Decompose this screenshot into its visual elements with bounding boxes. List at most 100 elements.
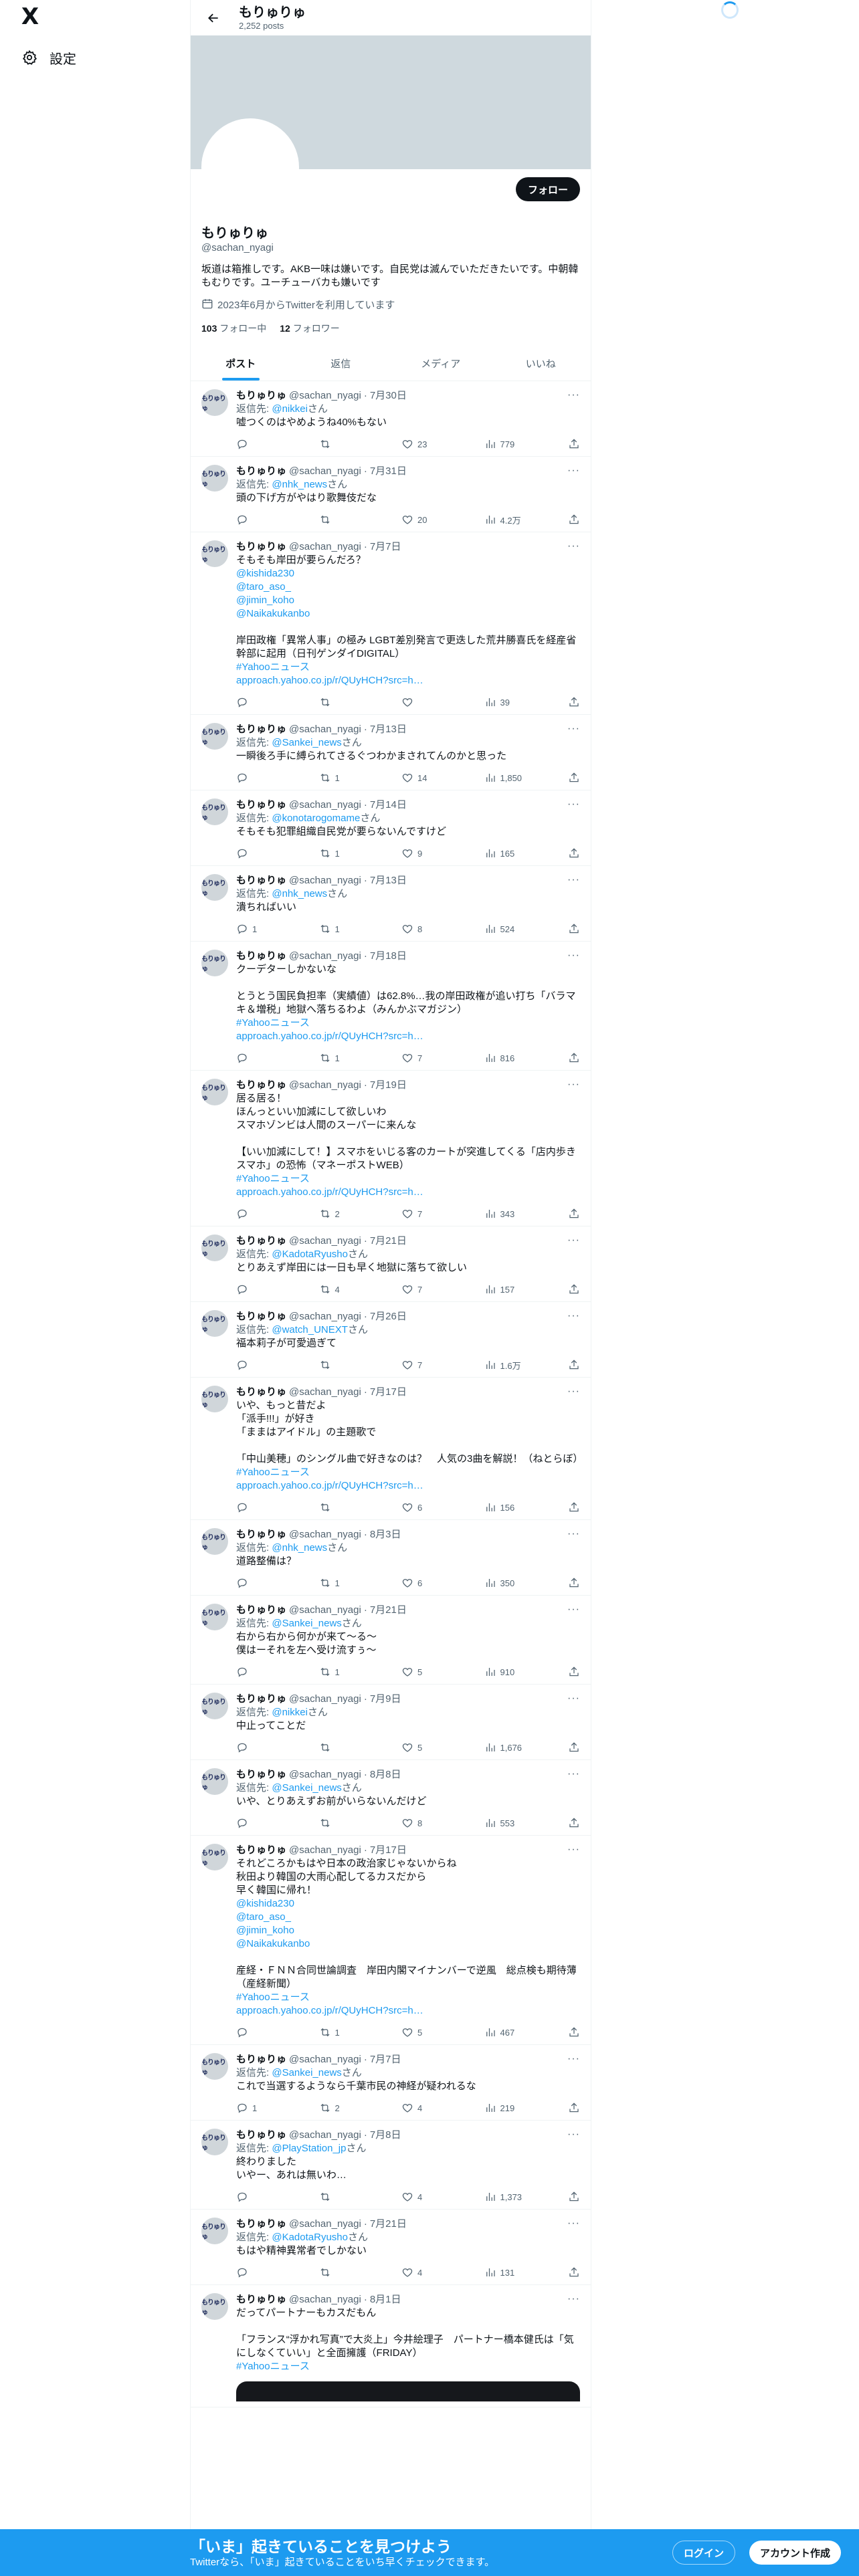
- tweet-hashtag[interactable]: #Yahooニュース: [236, 1172, 580, 1186]
- more-options-icon[interactable]: ···: [567, 1844, 580, 1856]
- tweet-author-name[interactable]: もりゅりゅ: [236, 1604, 286, 1617]
- tweet-author-name[interactable]: もりゅりゅ: [236, 950, 286, 963]
- more-options-icon[interactable]: ···: [567, 1528, 580, 1540]
- tweet-media-image[interactable]: [236, 2381, 580, 2401]
- like-button[interactable]: 7: [401, 1051, 442, 1065]
- tweet-date[interactable]: 7月13日: [370, 874, 407, 887]
- retweet-button[interactable]: 2: [319, 1207, 359, 1220]
- like-button[interactable]: 6: [401, 1501, 442, 1514]
- more-options-icon[interactable]: ···: [567, 2293, 580, 2305]
- tweet-avatar[interactable]: もりゅりゅ: [201, 1528, 228, 1555]
- reply-button[interactable]: [236, 1207, 276, 1220]
- reply-mention-link[interactable]: @KadotaRyusho: [272, 2232, 348, 2243]
- tweet-avatar[interactable]: もりゅりゅ: [201, 874, 228, 901]
- like-button[interactable]: 8: [401, 922, 442, 936]
- more-options-icon[interactable]: ···: [567, 465, 580, 477]
- reply-mention-link[interactable]: @nhk_news: [272, 1542, 327, 1553]
- tweet-avatar[interactable]: もりゅりゅ: [201, 2218, 228, 2244]
- tweet-author-name[interactable]: もりゅりゅ: [236, 2218, 286, 2231]
- retweet-button[interactable]: 2: [319, 2101, 359, 2115]
- more-options-icon[interactable]: ···: [567, 950, 580, 962]
- tweet-date[interactable]: 8月3日: [370, 1528, 401, 1541]
- views-button[interactable]: 1.6万: [484, 1358, 524, 1372]
- retweet-button[interactable]: 1: [319, 1576, 359, 1590]
- tweet[interactable]: もりゅりゅ もりゅりゅ @sachan_nyagi · 7月13日 返信先: @nhk_n…: [191, 866, 591, 942]
- reply-mention-link[interactable]: @konotarogomame: [272, 813, 360, 824]
- tweet[interactable]: もりゅりゅ もりゅりゅ @sachan_nyagi · 8月3日 返信先: @nhk_ne…: [191, 1520, 591, 1596]
- tweet-date[interactable]: 7月17日: [370, 1844, 407, 1857]
- reply-mention-link[interactable]: @Sankei_news: [272, 1618, 341, 1629]
- tab-posts[interactable]: ポスト: [191, 346, 291, 381]
- like-button[interactable]: 14: [401, 771, 442, 784]
- tweet-date[interactable]: 7月21日: [370, 1604, 407, 1617]
- tweet-hashtag[interactable]: #Yahooニュース: [236, 661, 580, 674]
- tweet-link[interactable]: approach.yahoo.co.jp/r/QUyHCH?src=h…: [236, 1479, 580, 1493]
- views-button[interactable]: 131: [484, 2266, 524, 2279]
- tweet[interactable]: もりゅりゅ もりゅりゅ @sachan_nyagi · 7月21日 返信先: @Kadot…: [191, 2210, 591, 2285]
- reply-mention-link[interactable]: @nhk_news: [272, 479, 327, 490]
- tweet-author-name[interactable]: もりゅりゅ: [236, 723, 286, 736]
- tweet-author-name[interactable]: もりゅりゅ: [236, 2053, 286, 2066]
- like-button[interactable]: 6: [401, 1576, 442, 1590]
- views-button[interactable]: 4.2万: [484, 513, 524, 526]
- reply-mention-link[interactable]: @watch_UNEXT: [272, 1324, 348, 1335]
- tweet-author-name[interactable]: もりゅりゅ: [236, 1386, 286, 1399]
- tweet[interactable]: もりゅりゅ もりゅりゅ @sachan_nyagi · 7月7日 そもそも岸田が要らんだろ…: [191, 532, 591, 715]
- tweet-avatar[interactable]: もりゅりゅ: [201, 2293, 228, 2320]
- share-button[interactable]: [567, 1576, 580, 1590]
- tab-replies[interactable]: 返信: [291, 346, 391, 381]
- like-button[interactable]: 4: [401, 2101, 442, 2115]
- tweet-avatar[interactable]: もりゅりゅ: [201, 2129, 228, 2155]
- like-button[interactable]: 4: [401, 2266, 442, 2279]
- retweet-button[interactable]: [319, 2266, 359, 2279]
- reply-button[interactable]: [236, 1816, 276, 1830]
- more-options-icon[interactable]: ···: [567, 389, 580, 401]
- share-button[interactable]: [567, 2266, 580, 2279]
- tweet-author-name[interactable]: もりゅりゅ: [236, 2129, 286, 2142]
- tab-likes[interactable]: いいね: [491, 346, 591, 381]
- following-link[interactable]: 103 フォロー中: [201, 322, 266, 335]
- tweet-author-name[interactable]: もりゅりゅ: [236, 1235, 286, 1248]
- reply-mention-link[interactable]: @nhk_news: [272, 888, 327, 899]
- tweet-author-name[interactable]: もりゅりゅ: [236, 1768, 286, 1782]
- tweet-avatar[interactable]: もりゅりゅ: [201, 1844, 228, 1870]
- tweet[interactable]: もりゅりゅ もりゅりゅ @sachan_nyagi · 7月26日 返信先: @watch…: [191, 1302, 591, 1378]
- tweet-hashtag[interactable]: #Yahooニュース: [236, 1991, 580, 2004]
- reply-button[interactable]: [236, 695, 276, 709]
- tweet-date[interactable]: 7月9日: [370, 1693, 401, 1706]
- tweet-author-name[interactable]: もりゅりゅ: [236, 798, 286, 812]
- reply-button[interactable]: [236, 1358, 276, 1372]
- share-button[interactable]: [567, 771, 580, 784]
- reply-mention-link[interactable]: @nikkei: [272, 1707, 308, 1718]
- tweet-avatar[interactable]: もりゅりゅ: [201, 1079, 228, 1105]
- reply-button[interactable]: [236, 1741, 276, 1754]
- views-button[interactable]: 553: [484, 1816, 524, 1830]
- tweet[interactable]: もりゅりゅ もりゅりゅ @sachan_nyagi · 7月31日 返信先: @nhk_n…: [191, 457, 591, 532]
- views-button[interactable]: 350: [484, 1576, 524, 1590]
- retweet-button[interactable]: 1: [319, 771, 359, 784]
- share-button[interactable]: [567, 513, 580, 526]
- follow-button[interactable]: フォロー: [515, 177, 580, 201]
- retweet-button[interactable]: 1: [319, 922, 359, 936]
- reply-button[interactable]: [236, 2026, 276, 2039]
- retweet-button[interactable]: 4: [319, 1283, 359, 1296]
- share-button[interactable]: [567, 1665, 580, 1679]
- reply-button[interactable]: [236, 2266, 276, 2279]
- tweet-date[interactable]: 7月17日: [370, 1386, 407, 1399]
- tweet-link[interactable]: approach.yahoo.co.jp/r/QUyHCH?src=h…: [236, 674, 580, 687]
- reply-mention-link[interactable]: @Sankei_news: [272, 1782, 341, 1794]
- views-button[interactable]: 165: [484, 847, 524, 860]
- more-options-icon[interactable]: ···: [567, 2129, 580, 2141]
- tweet-author-name[interactable]: もりゅりゅ: [236, 1079, 286, 1092]
- tweet-hashtag[interactable]: #Yahooニュース: [236, 1466, 580, 1479]
- more-options-icon[interactable]: ···: [567, 723, 580, 735]
- retweet-button[interactable]: [319, 437, 359, 451]
- reply-button[interactable]: [236, 2190, 276, 2204]
- like-button[interactable]: 8: [401, 1816, 442, 1830]
- tweet[interactable]: もりゅりゅ もりゅりゅ @sachan_nyagi · 7月18日 クーデターしかないなと…: [191, 942, 591, 1071]
- login-button[interactable]: ログイン: [672, 2541, 736, 2565]
- reply-button[interactable]: [236, 1501, 276, 1514]
- retweet-button[interactable]: 1: [319, 1665, 359, 1679]
- tweet-date[interactable]: 7月8日: [370, 2129, 401, 2142]
- tweet-avatar[interactable]: もりゅりゅ: [201, 1235, 228, 1261]
